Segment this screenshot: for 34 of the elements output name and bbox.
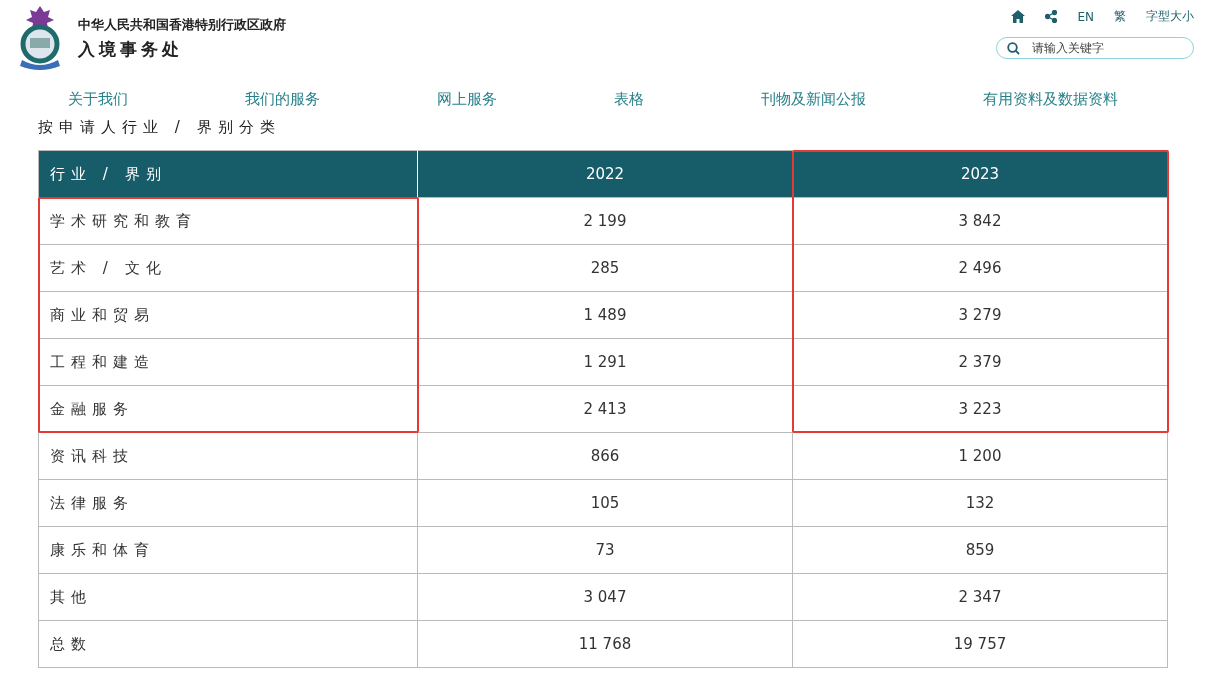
nav-link[interactable]: 刊物及新闻公报 — [761, 89, 866, 109]
table-cell: 11 768 — [418, 620, 793, 667]
table-cell: 2 413 — [418, 385, 793, 432]
table-cell: 3 047 — [418, 573, 793, 620]
table-cell: 法律服务 — [39, 479, 418, 526]
page-title: 按申请人行业 / 界别分类 — [37, 117, 282, 138]
column-header: 行业 / 界别 — [39, 150, 418, 197]
column-header: 2022 — [418, 150, 793, 197]
table-cell: 总数 — [39, 620, 418, 667]
column-header: 2023 — [793, 150, 1168, 197]
table-cell: 132 — [793, 479, 1168, 526]
nav-link[interactable]: 网上服务 — [437, 89, 497, 109]
table-cell: 73 — [418, 526, 793, 573]
table-cell: 康乐和体育 — [39, 526, 418, 573]
table-cell: 资讯科技 — [39, 432, 418, 479]
table-cell: 其他 — [39, 573, 418, 620]
nav-link[interactable]: 我们的服务 — [245, 89, 320, 109]
table-cell: 19 757 — [793, 620, 1168, 667]
table-cell: 859 — [793, 526, 1168, 573]
search-icon — [1007, 41, 1020, 55]
share-icon[interactable] — [1045, 10, 1058, 23]
nav-link[interactable]: 关于我们 — [68, 89, 128, 109]
table-cell: 2 347 — [793, 573, 1168, 620]
nav-link[interactable]: 有用资料及数据资料 — [983, 89, 1118, 109]
home-icon[interactable] — [1011, 10, 1026, 23]
utility-link[interactable]: EN — [1077, 9, 1094, 24]
utility-link[interactable]: 字型大小 — [1146, 8, 1194, 25]
utility-link[interactable]: 繁 — [1114, 8, 1126, 25]
nav-link[interactable]: 表格 — [614, 89, 644, 109]
table-cell: 866 — [418, 432, 793, 479]
table-cell: 105 — [418, 479, 793, 526]
government-name: 中华人民共和国香港特别行政区政府 — [78, 16, 286, 34]
department-name: 入境事务处 — [78, 38, 184, 61]
table-cell: 1 200 — [793, 432, 1168, 479]
